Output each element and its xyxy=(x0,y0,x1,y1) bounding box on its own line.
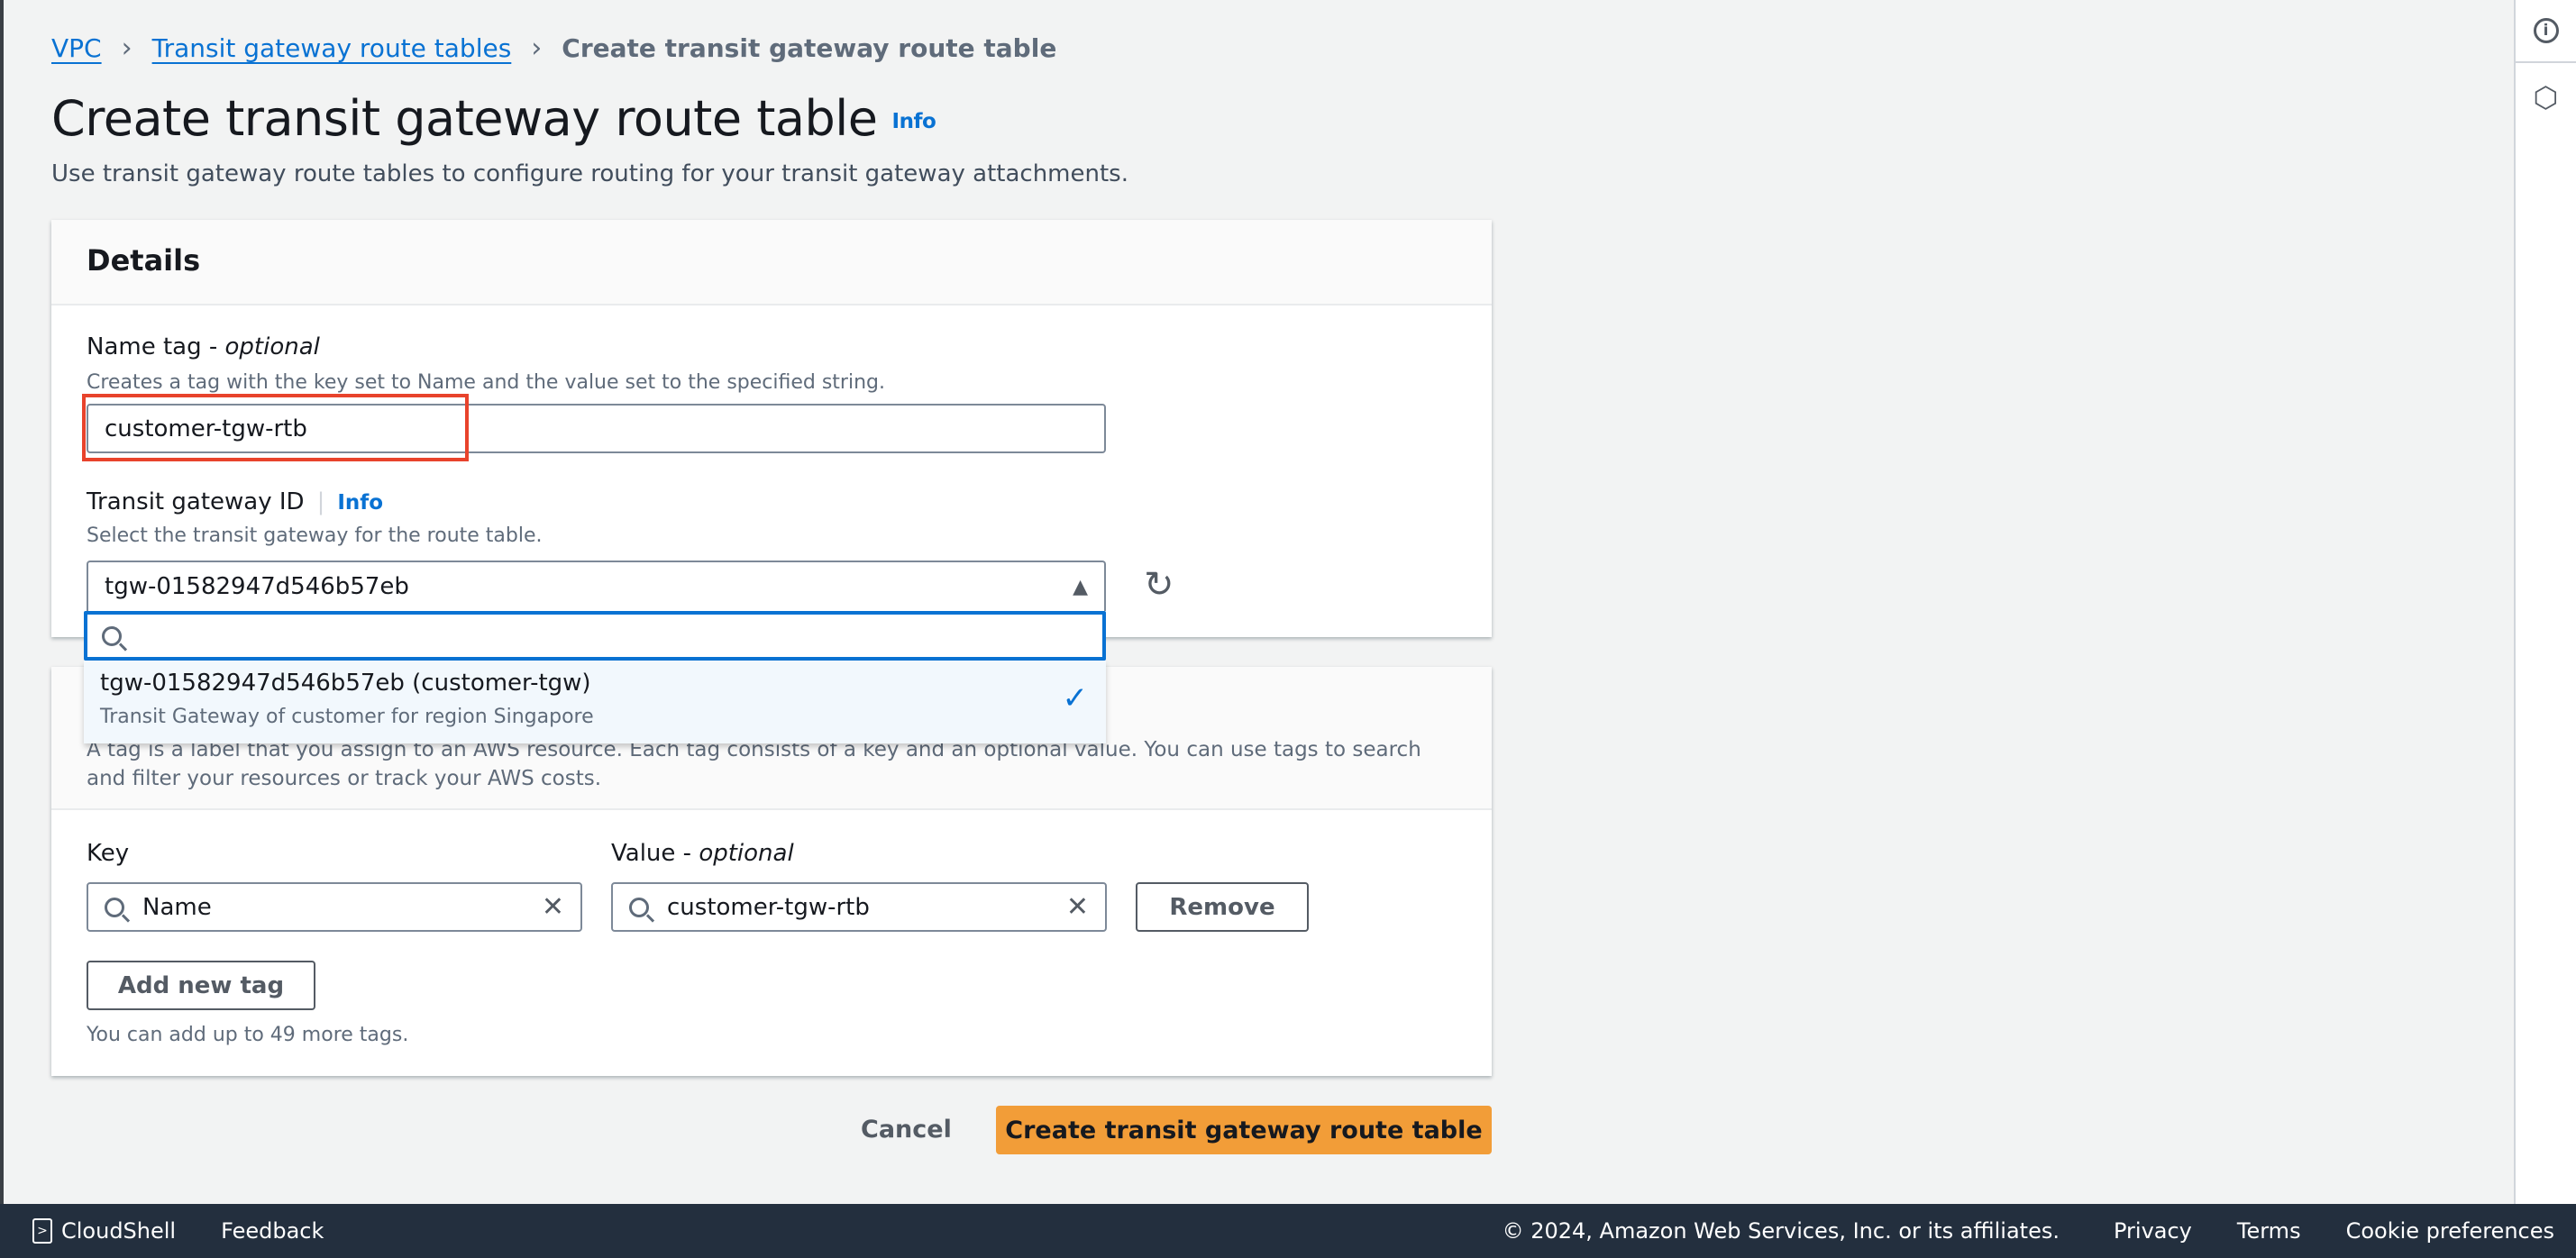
breadcrumb-route-tables[interactable]: Transit gateway route tables xyxy=(152,33,512,63)
value-label-text: Value - xyxy=(611,840,699,867)
info-panel-button[interactable]: i xyxy=(2516,0,2576,63)
create-route-table-button[interactable]: Create transit gateway route table xyxy=(996,1106,1492,1154)
cancel-button[interactable]: Cancel xyxy=(861,1116,952,1144)
tag-value-input[interactable]: customer-tgw-rtb ✕ xyxy=(611,882,1107,932)
tag-key-input[interactable]: Name ✕ xyxy=(87,882,582,932)
add-new-tag-button[interactable]: Add new tag xyxy=(87,961,315,1010)
cloudshell-link[interactable]: CloudShell xyxy=(61,1218,176,1244)
highlight-box xyxy=(82,394,469,461)
info-icon: i xyxy=(2533,18,2559,43)
chevron-right-icon: › xyxy=(121,32,132,64)
clear-icon[interactable]: ✕ xyxy=(542,891,564,923)
chevron-right-icon: › xyxy=(531,32,543,64)
feedback-link[interactable]: Feedback xyxy=(221,1218,324,1244)
privacy-link[interactable]: Privacy xyxy=(2114,1218,2192,1244)
option-description: Transit Gateway of customer for region S… xyxy=(100,706,594,728)
value-label: Value - optional xyxy=(611,840,794,867)
key-label: Key xyxy=(87,840,130,867)
breadcrumb-current: Create transit gateway route table xyxy=(562,33,1057,63)
info-link[interactable]: Info xyxy=(892,110,936,133)
terms-link[interactable]: Terms xyxy=(2237,1218,2301,1244)
search-icon xyxy=(629,897,649,917)
caret-up-icon: ▲ xyxy=(1073,575,1088,598)
dropdown-option[interactable]: tgw-01582947d546b57eb (customer-tgw) Tra… xyxy=(84,661,1106,743)
name-tag-label-text: Name tag - xyxy=(87,333,225,360)
details-title: Details xyxy=(51,220,1492,305)
page-title: Create transit gateway route table Info xyxy=(51,90,936,147)
page-title-text: Create transit gateway route table xyxy=(51,90,878,147)
name-tag-help: Creates a tag with the key set to Name a… xyxy=(87,371,885,394)
optional-text: optional xyxy=(224,333,320,360)
cookie-preferences-link[interactable]: Cookie preferences xyxy=(2346,1218,2554,1244)
tag-value-value: customer-tgw-rtb xyxy=(667,893,870,921)
tgw-label: Transit gateway ID | Info xyxy=(87,488,384,515)
right-rail: i ⬡ xyxy=(2514,0,2576,1204)
cloudshell-icon: > xyxy=(32,1218,52,1244)
breadcrumb-vpc[interactable]: VPC xyxy=(51,33,102,63)
tgw-label-text: Transit gateway ID xyxy=(87,488,305,515)
main-content: VPC › Transit gateway route tables › Cre… xyxy=(0,0,2514,1204)
tgw-info-link[interactable]: Info xyxy=(337,491,383,515)
tgw-select[interactable]: tgw-01582947d546b57eb ▲ xyxy=(87,561,1106,611)
optional-text: optional xyxy=(699,840,794,867)
page-description: Use transit gateway route tables to conf… xyxy=(51,160,1128,187)
tgw-selected-value: tgw-01582947d546b57eb xyxy=(105,573,409,600)
hexagon-icon[interactable]: ⬡ xyxy=(2516,63,2576,131)
check-icon: ✓ xyxy=(1062,680,1089,716)
remove-tag-button[interactable]: Remove xyxy=(1136,882,1309,932)
refresh-icon[interactable]: ↻ xyxy=(1144,564,1174,606)
tgw-dropdown: tgw-01582947d546b57eb (customer-tgw) Tra… xyxy=(84,611,1106,743)
breadcrumb: VPC › Transit gateway route tables › Cre… xyxy=(51,32,1056,64)
clear-icon[interactable]: ✕ xyxy=(1066,891,1089,923)
copyright: © 2024, Amazon Web Services, Inc. or its… xyxy=(1502,1218,2060,1244)
option-label: tgw-01582947d546b57eb (customer-tgw) xyxy=(100,670,591,697)
name-tag-label: Name tag - optional xyxy=(87,333,320,360)
tags-limit-text: You can add up to 49 more tags. xyxy=(87,1024,409,1046)
footer: > CloudShell Feedback © 2024, Amazon Web… xyxy=(0,1204,2576,1258)
tags-description: A tag is a label that you assign to an A… xyxy=(87,738,1421,790)
search-icon xyxy=(105,897,124,917)
tgw-help: Select the transit gateway for the route… xyxy=(87,524,543,547)
details-panel: Details Name tag - optional Creates a ta… xyxy=(51,220,1492,637)
dropdown-search-input[interactable] xyxy=(84,611,1106,661)
tag-key-value: Name xyxy=(142,893,212,921)
search-icon xyxy=(102,625,122,646)
